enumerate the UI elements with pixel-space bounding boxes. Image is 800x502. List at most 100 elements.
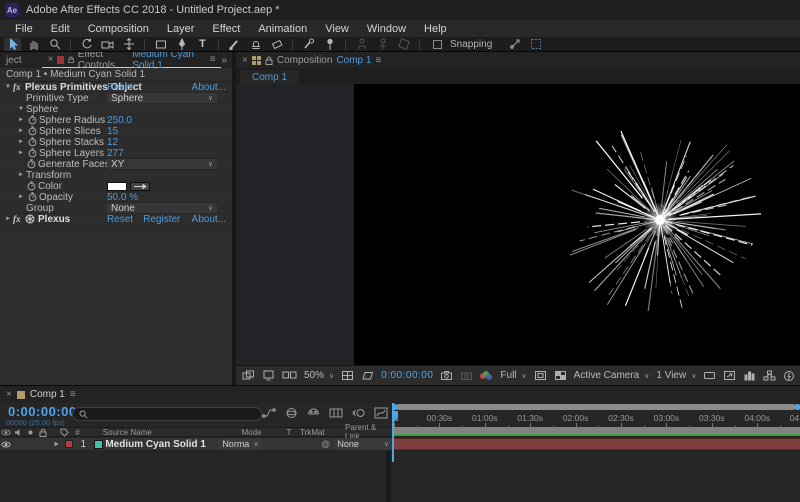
search-box[interactable] bbox=[72, 407, 262, 421]
share-view-icon[interactable] bbox=[703, 370, 716, 381]
reset-link[interactable]: Reset bbox=[107, 82, 133, 93]
resolution-dropdown[interactable]: Full ∨ bbox=[500, 370, 526, 381]
pixel-aspect-icon[interactable] bbox=[723, 370, 736, 381]
magnification-dropdown[interactable]: 50% ∨ bbox=[304, 370, 334, 381]
camera-dropdown[interactable]: Active Camera ∨ bbox=[574, 370, 650, 381]
close-icon[interactable]: × bbox=[48, 54, 54, 65]
property-value[interactable]: 250.0 bbox=[107, 115, 132, 126]
register-link[interactable]: Register bbox=[143, 214, 180, 225]
primitive-type-dropdown[interactable]: Sphere ∨ bbox=[107, 93, 217, 104]
layer-duration-bar[interactable] bbox=[392, 438, 800, 450]
selection-tool[interactable] bbox=[4, 37, 21, 51]
twirl-closed-icon[interactable]: ► bbox=[16, 128, 26, 134]
stopwatch-icon[interactable] bbox=[28, 148, 37, 158]
layer-name[interactable]: Medium Cyan Solid 1 bbox=[105, 439, 215, 450]
menu-composition[interactable]: Composition bbox=[79, 22, 158, 36]
menu-effect[interactable]: Effect bbox=[203, 22, 249, 36]
stopwatch-icon[interactable] bbox=[27, 181, 36, 191]
layer-twirl-icon[interactable]: ► bbox=[51, 441, 62, 448]
property-value[interactable]: 277 bbox=[107, 148, 124, 159]
axis-mode-icon[interactable] bbox=[395, 38, 412, 51]
fast-previews-icon[interactable] bbox=[783, 370, 795, 382]
axis-mode-icon[interactable] bbox=[353, 38, 370, 51]
composition-frame[interactable] bbox=[354, 84, 800, 365]
about-link[interactable]: About... bbox=[192, 82, 226, 93]
current-time-display[interactable]: 0:00:00:00 bbox=[8, 404, 77, 419]
panel-menu-icon[interactable]: ≡ bbox=[375, 55, 381, 66]
tab-comp-1[interactable]: Comp 1 bbox=[240, 70, 300, 84]
pick-whip-icon[interactable]: @ bbox=[317, 439, 334, 449]
close-icon[interactable]: × bbox=[6, 389, 12, 400]
shy-layers-icon[interactable] bbox=[307, 407, 320, 419]
always-preview-icon[interactable] bbox=[242, 370, 255, 381]
grid-options-icon[interactable] bbox=[527, 38, 544, 51]
blend-mode-dropdown[interactable]: Norma ∨ bbox=[219, 438, 262, 450]
group-dropdown[interactable]: None ∨ bbox=[107, 203, 217, 214]
pan-behind-tool[interactable] bbox=[120, 38, 137, 51]
tab-composition[interactable]: × Composition Comp 1 ≡ bbox=[236, 52, 387, 68]
text-tool[interactable]: T bbox=[194, 38, 211, 51]
effect-header-row-plexus[interactable]: ► fx Plexus Reset Register About... bbox=[0, 214, 232, 225]
roto-brush-tool[interactable] bbox=[300, 38, 317, 51]
zoom-tool[interactable] bbox=[46, 38, 63, 51]
source-name-column-header[interactable]: Source Name bbox=[97, 428, 242, 437]
eraser-tool[interactable] bbox=[268, 38, 285, 51]
layer-visibility-eye-icon[interactable] bbox=[0, 441, 12, 448]
twirl-closed-icon[interactable]: ► bbox=[16, 150, 26, 156]
navigator-bar[interactable] bbox=[396, 404, 796, 410]
property-value[interactable]: 50.0 % bbox=[107, 192, 138, 203]
puppet-pin-tool[interactable] bbox=[321, 38, 338, 51]
twirl-open-icon[interactable]: ▼ bbox=[3, 84, 13, 90]
time-navigator[interactable] bbox=[392, 404, 800, 410]
mode-column-header[interactable]: Mode bbox=[242, 428, 287, 437]
timeline-divider[interactable] bbox=[386, 451, 391, 502]
trkmat-column-header[interactable]: TrkMat bbox=[300, 428, 345, 437]
twirl-closed-icon[interactable]: ► bbox=[3, 216, 13, 222]
primary-viewer-icon[interactable] bbox=[262, 370, 275, 381]
align-icon[interactable] bbox=[506, 38, 523, 51]
layer-row[interactable]: ► 1 Medium Cyan Solid 1 Norma ∨ @ None ∨ bbox=[0, 438, 393, 451]
panel-overflow-icon[interactable]: » bbox=[221, 55, 232, 66]
reset-link[interactable]: Reset bbox=[107, 214, 133, 225]
property-value[interactable]: 12 bbox=[107, 137, 118, 148]
target-region-icon[interactable] bbox=[534, 370, 547, 381]
pen-tool[interactable] bbox=[173, 38, 190, 51]
panel-menu-icon[interactable]: ≡ bbox=[70, 389, 76, 400]
frame-blending-icon[interactable] bbox=[329, 407, 343, 419]
color-swatch[interactable] bbox=[107, 181, 127, 191]
generate-faces-dropdown[interactable]: XY ∨ bbox=[107, 159, 217, 170]
camera-tool[interactable] bbox=[99, 38, 116, 51]
mirror-viewer-icon[interactable] bbox=[282, 370, 297, 381]
comp-mini-flowchart-icon[interactable] bbox=[262, 407, 276, 419]
parent-dropdown[interactable]: None ∨ bbox=[334, 438, 393, 450]
stopwatch-icon[interactable] bbox=[27, 159, 36, 169]
hand-tool[interactable] bbox=[25, 38, 42, 51]
stopwatch-icon[interactable] bbox=[28, 137, 37, 147]
menu-edit[interactable]: Edit bbox=[42, 22, 79, 36]
effect-header-row[interactable]: ▼ fx Plexus Primitives Object Reset Abou… bbox=[0, 82, 232, 93]
stopwatch-icon[interactable] bbox=[28, 126, 37, 136]
tab-effect-controls[interactable]: × Effect Controls Medium Cyan Solid 1 ≡ bbox=[41, 52, 222, 71]
layer-solid-swatch[interactable] bbox=[91, 439, 105, 449]
mini-flowchart-icon[interactable] bbox=[763, 370, 776, 381]
twirl-closed-icon[interactable]: ► bbox=[16, 117, 26, 123]
safe-guides-icon[interactable] bbox=[341, 370, 354, 381]
brush-tool[interactable] bbox=[226, 38, 243, 51]
snapping-checkbox[interactable] bbox=[433, 39, 442, 49]
axis-mode-icon[interactable] bbox=[374, 38, 391, 51]
menu-view[interactable]: View bbox=[316, 22, 358, 36]
transparency-grid-icon[interactable] bbox=[554, 370, 567, 381]
shape-tool[interactable] bbox=[152, 38, 169, 51]
close-icon[interactable]: × bbox=[242, 55, 248, 66]
twirl-closed-icon[interactable]: ► bbox=[16, 172, 26, 178]
view-layout-dropdown[interactable]: 1 View ∨ bbox=[656, 370, 696, 381]
menu-file[interactable]: File bbox=[6, 22, 42, 36]
twirl-open-icon[interactable]: ▼ bbox=[16, 106, 26, 112]
stopwatch-icon[interactable] bbox=[28, 115, 37, 125]
menu-layer[interactable]: Layer bbox=[158, 22, 204, 36]
search-input[interactable] bbox=[92, 409, 242, 419]
snapshot-icon[interactable] bbox=[440, 370, 453, 381]
panel-menu-icon[interactable]: ≡ bbox=[210, 54, 216, 65]
property-value[interactable]: 15 bbox=[107, 126, 118, 137]
work-area-bar[interactable] bbox=[392, 427, 800, 434]
